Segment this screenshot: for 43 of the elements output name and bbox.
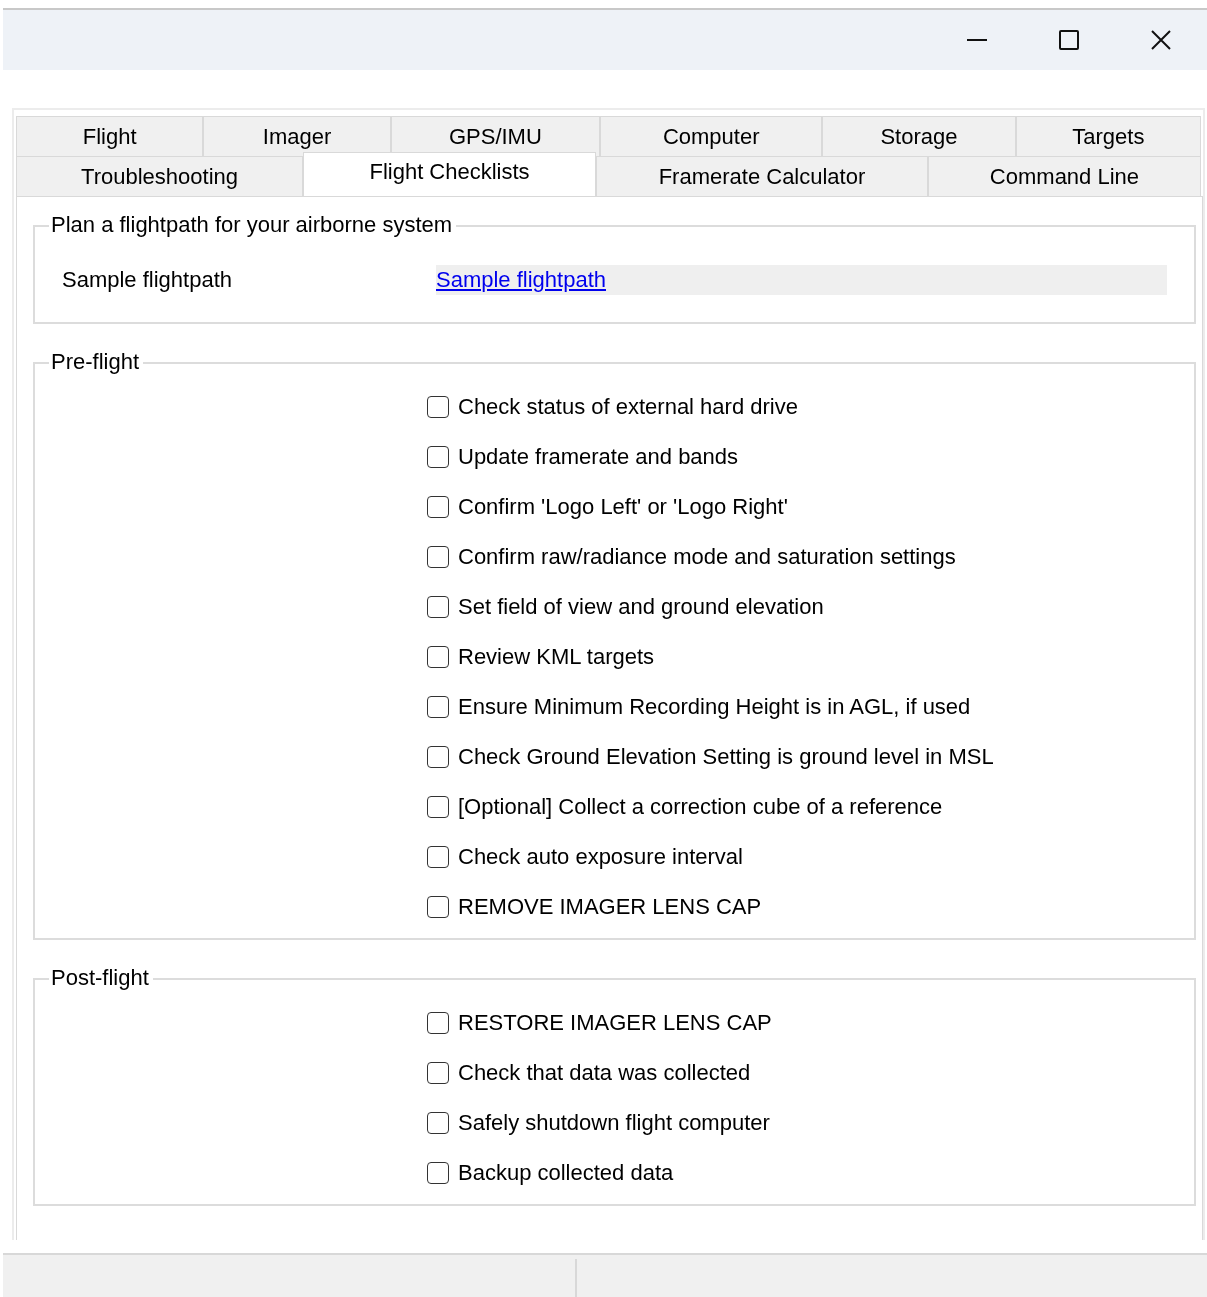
- tab[interactable]: Flight: [16, 116, 204, 156]
- checkbox-label: Set field of view and ground elevation: [458, 594, 824, 620]
- checkbox-label: Backup collected data: [458, 1160, 674, 1186]
- checkbox-label: Check status of external hard drive: [458, 394, 798, 420]
- tab[interactable]: Targets: [1015, 116, 1201, 156]
- checkbox[interactable]: [427, 1012, 449, 1034]
- checkbox-label: RESTORE IMAGER LENS CAP: [458, 1010, 772, 1036]
- checkbox[interactable]: [427, 396, 449, 418]
- checkbox-label: Ensure Minimum Recording Height is in AGL, if used: [458, 694, 971, 720]
- checkbox-label: Check Ground Elevation Setting is ground level in MSL: [458, 744, 994, 770]
- tab[interactable]: Computer: [600, 116, 823, 156]
- checkbox-label: Update framerate and bands: [458, 444, 739, 470]
- checkbox[interactable]: [427, 696, 449, 718]
- checkbox-label: Safely shutdown flight computer: [458, 1110, 770, 1136]
- checkbox[interactable]: [427, 746, 449, 768]
- field-label: Sample flightpath: [62, 267, 233, 293]
- close-icon[interactable]: [1149, 28, 1173, 52]
- tab[interactable]: Troubleshooting: [16, 156, 304, 196]
- tab[interactable]: Flight Checklists: [303, 152, 597, 196]
- checkbox-label: Confirm 'Logo Left' or 'Logo Right': [458, 494, 788, 520]
- maximize-icon[interactable]: [1057, 28, 1081, 52]
- checkbox[interactable]: [427, 1062, 449, 1084]
- checkbox[interactable]: [427, 596, 449, 618]
- checkbox[interactable]: [427, 796, 449, 818]
- checkbox-label: Check auto exposure interval: [458, 844, 743, 870]
- checkbox[interactable]: [427, 496, 449, 518]
- checkbox[interactable]: [427, 1112, 449, 1134]
- link[interactable]: Sample flightpath: [436, 267, 606, 293]
- tab[interactable]: Imager: [203, 116, 391, 156]
- tab[interactable]: Command Line: [927, 156, 1201, 196]
- checkbox-label: Check that data was collected: [458, 1060, 751, 1086]
- checkbox-label: Review KML targets: [458, 644, 655, 670]
- tab[interactable]: Storage: [822, 116, 1016, 156]
- checkbox-label: [Optional] Collect a correction cube of a reference: [458, 794, 943, 820]
- checkbox[interactable]: [427, 1162, 449, 1184]
- checkbox[interactable]: [427, 546, 449, 568]
- tab[interactable]: Framerate Calculator: [596, 156, 928, 196]
- checkbox[interactable]: [427, 446, 449, 468]
- checkbox-label: REMOVE IMAGER LENS CAP: [458, 894, 762, 920]
- checkbox[interactable]: [427, 846, 449, 868]
- checkbox[interactable]: [427, 646, 449, 668]
- checkbox[interactable]: [427, 896, 449, 918]
- checkbox-label: Confirm raw/radiance mode and saturation settings: [458, 544, 956, 570]
